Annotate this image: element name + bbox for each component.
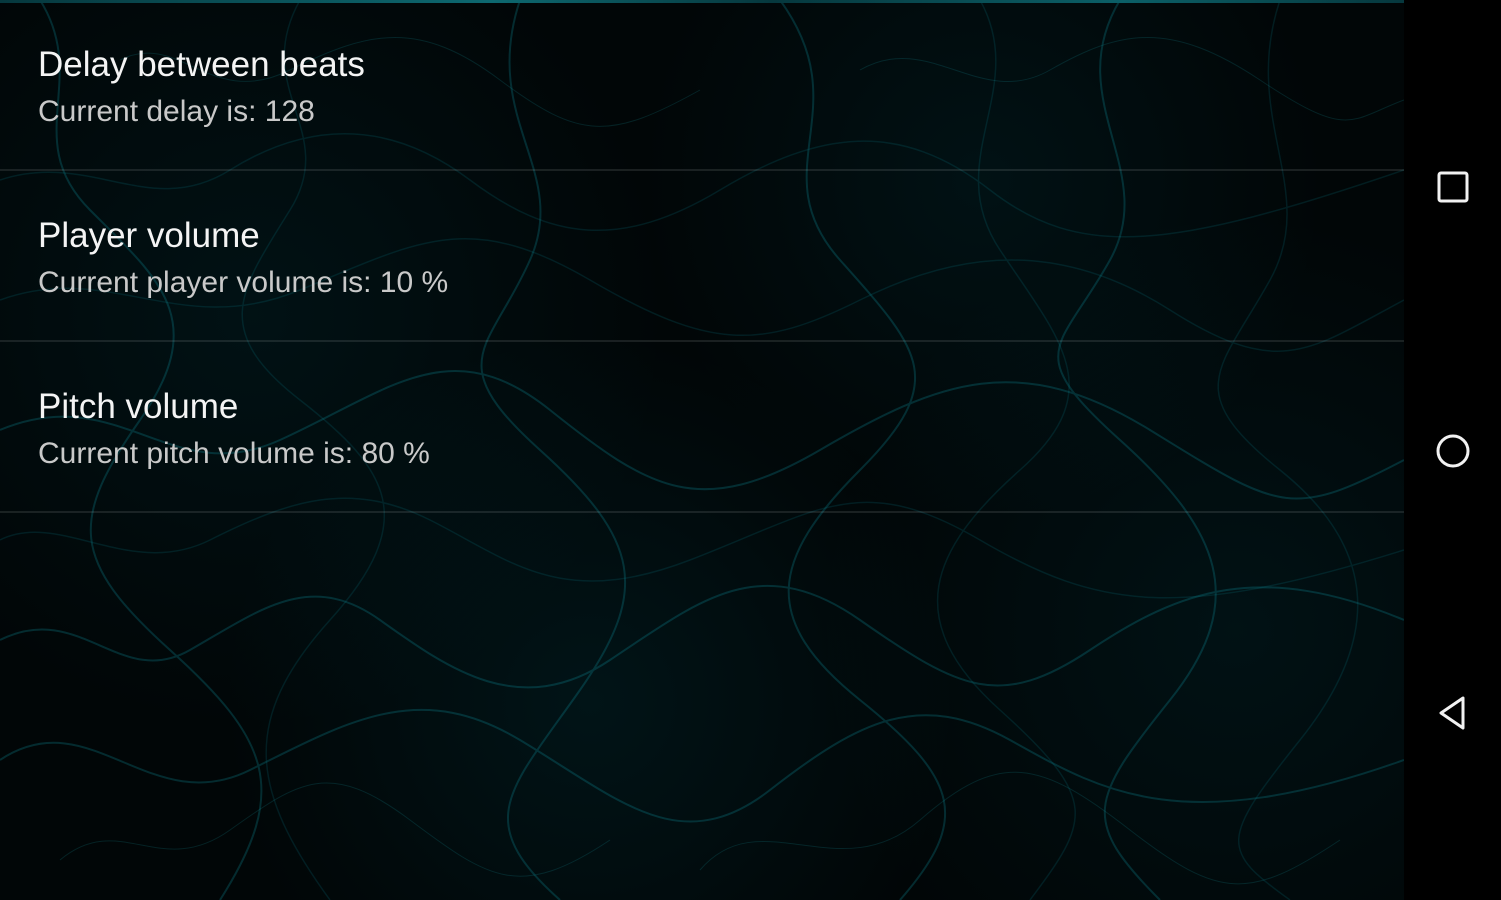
preference-title: Pitch volume: [38, 387, 239, 426]
square-icon: [1437, 171, 1469, 203]
back-button[interactable]: [1426, 686, 1480, 740]
preference-summary: Current player volume is: 10 %: [38, 266, 449, 299]
home-button[interactable]: [1426, 424, 1480, 478]
system-navigation-bar: [1404, 0, 1501, 900]
triangle-back-icon: [1439, 696, 1465, 730]
recent-apps-button[interactable]: [1426, 160, 1480, 214]
circle-icon: [1436, 434, 1470, 468]
settings-screen: Delay between beats Current delay is: 12…: [0, 0, 1501, 900]
preference-pitch-volume[interactable]: Pitch volume Current pitch volume is: 80…: [0, 342, 1404, 513]
preference-delay-between-beats[interactable]: Delay between beats Current delay is: 12…: [0, 0, 1404, 171]
preferences-list: Delay between beats Current delay is: 12…: [0, 0, 1404, 513]
preference-title: Delay between beats: [38, 45, 365, 84]
preference-summary: Current delay is: 128: [38, 95, 315, 128]
preference-summary: Current pitch volume is: 80 %: [38, 437, 430, 470]
preference-title: Player volume: [38, 216, 260, 255]
preference-player-volume[interactable]: Player volume Current player volume is: …: [0, 171, 1404, 342]
settings-panel: Delay between beats Current delay is: 12…: [0, 0, 1404, 900]
